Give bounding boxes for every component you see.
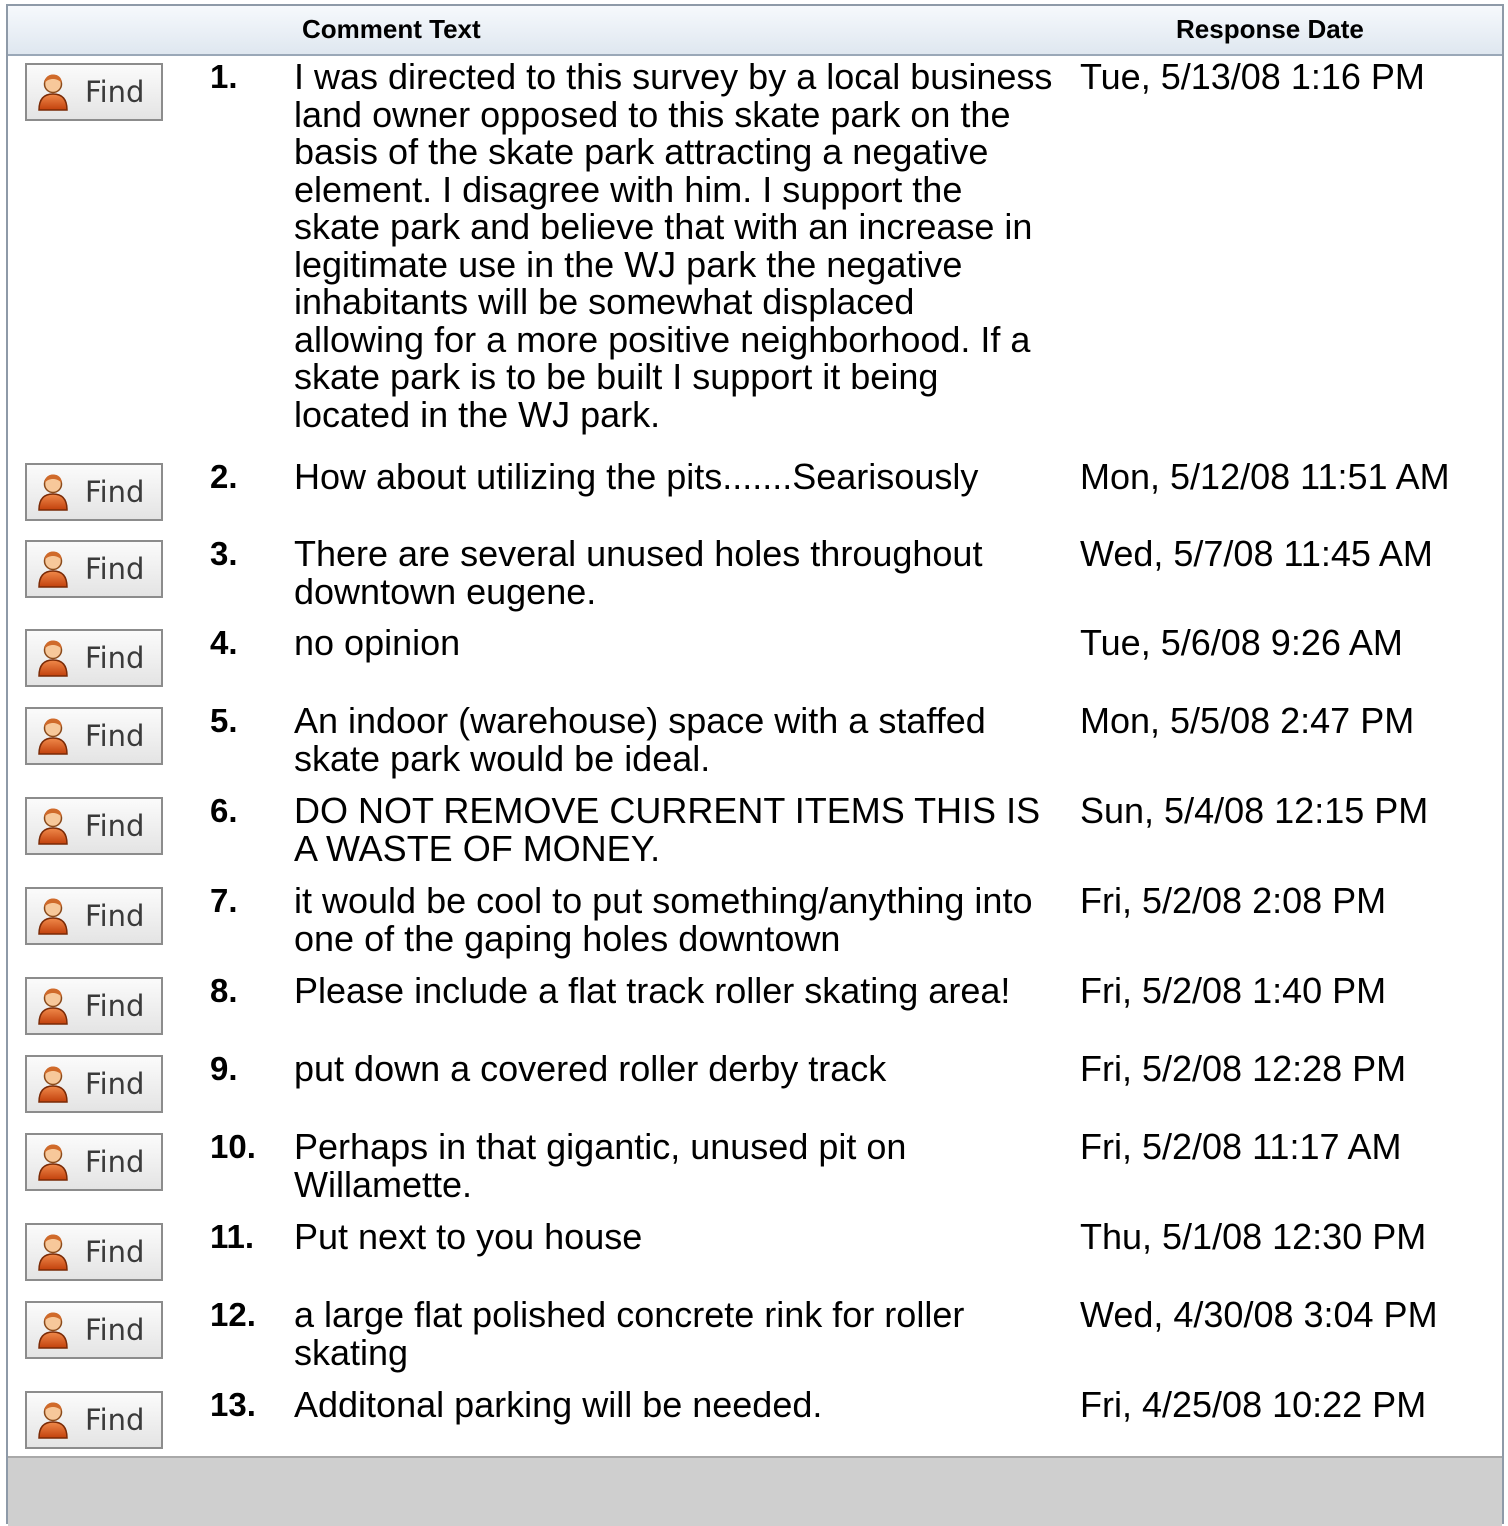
comment-text: Additonal parking will be needed.	[294, 1384, 823, 1425]
find-button-label: Find	[85, 1145, 145, 1179]
comment-text: put down a covered roller derby track	[294, 1048, 887, 1089]
user-icon	[38, 640, 68, 677]
row-number: 4.	[210, 624, 238, 661]
find-button-label: Find	[85, 1067, 145, 1101]
table-header: Comment Text Response Date	[8, 6, 1502, 56]
user-icon	[38, 1144, 68, 1181]
find-button-label: Find	[85, 75, 145, 109]
response-date: Mon, 5/5/08 2:47 PM	[1080, 700, 1415, 741]
column-header-comment-text[interactable]: Comment Text	[302, 14, 481, 45]
response-date: Tue, 5/6/08 9:26 AM	[1080, 622, 1403, 663]
response-date: Wed, 4/30/08 3:04 PM	[1080, 1294, 1438, 1335]
comment-text: Put next to you house	[294, 1216, 643, 1257]
find-button-label: Find	[85, 1403, 145, 1437]
find-button[interactable]: Find	[25, 887, 163, 945]
response-date: Mon, 5/12/08 11:51 AM	[1080, 456, 1450, 497]
comment-text: no opinion	[294, 622, 461, 663]
row-number: 5.	[210, 702, 238, 739]
comments-panel: Comment Text Response Date Find 1. I was…	[6, 4, 1504, 1526]
row-number: 1.	[210, 58, 238, 95]
row-number: 9.	[210, 1050, 238, 1087]
find-button[interactable]: Find	[25, 1301, 163, 1359]
row-number: 12.	[210, 1296, 256, 1333]
response-date: Sun, 5/4/08 12:15 PM	[1080, 790, 1429, 831]
comment-text: How about utilizing the pits.......Seari…	[294, 456, 979, 497]
user-icon	[38, 74, 68, 111]
find-button[interactable]: Find	[25, 63, 163, 121]
find-button[interactable]: Find	[25, 629, 163, 687]
response-date: Tue, 5/13/08 1:16 PM	[1080, 56, 1425, 97]
comment-text: An indoor (warehouse) space with a staff…	[294, 700, 986, 779]
row-number: 2.	[210, 458, 238, 495]
user-icon	[38, 1402, 68, 1439]
table-footer	[8, 1456, 1502, 1526]
user-icon	[38, 1312, 68, 1349]
find-button-label: Find	[85, 989, 145, 1023]
find-button[interactable]: Find	[25, 463, 163, 521]
row-number: 10.	[210, 1128, 256, 1165]
find-button-label: Find	[85, 641, 145, 675]
row-number: 7.	[210, 882, 238, 919]
user-icon	[38, 898, 68, 935]
column-header-response-date[interactable]: Response Date	[1176, 14, 1364, 45]
comment-text: There are several unused holes throughou…	[294, 533, 983, 612]
row-number: 6.	[210, 792, 238, 829]
find-button[interactable]: Find	[25, 1223, 163, 1281]
comment-text: Please include a flat track roller skati…	[294, 970, 1011, 1011]
response-date: Thu, 5/1/08 12:30 PM	[1080, 1216, 1427, 1257]
comment-text: DO NOT REMOVE CURRENT ITEMS THIS IS A WA…	[294, 790, 1041, 869]
comment-text: I was directed to this survey by a local…	[294, 56, 1053, 435]
comment-text: Perhaps in that gigantic, unused pit on …	[294, 1126, 907, 1205]
find-button-label: Find	[85, 1235, 145, 1269]
find-button-label: Find	[85, 719, 145, 753]
find-button-label: Find	[85, 809, 145, 843]
user-icon	[38, 1234, 68, 1271]
find-button-label: Find	[85, 1313, 145, 1347]
row-number: 3.	[210, 535, 238, 572]
user-icon	[38, 474, 68, 511]
comment-text: it would be cool to put something/anythi…	[294, 880, 1033, 959]
find-button[interactable]: Find	[25, 1133, 163, 1191]
comment-text: a large flat polished concrete rink for …	[294, 1294, 965, 1373]
find-button-label: Find	[85, 899, 145, 933]
response-date: Fri, 5/2/08 1:40 PM	[1080, 970, 1387, 1011]
find-button[interactable]: Find	[25, 977, 163, 1035]
response-date: Fri, 4/25/08 10:22 PM	[1080, 1384, 1427, 1425]
response-date: Wed, 5/7/08 11:45 AM	[1080, 533, 1433, 574]
find-button[interactable]: Find	[25, 707, 163, 765]
user-icon	[38, 551, 68, 588]
find-button-label: Find	[85, 552, 145, 586]
response-date: Fri, 5/2/08 11:17 AM	[1080, 1126, 1402, 1167]
user-icon	[38, 718, 68, 755]
find-button[interactable]: Find	[25, 1391, 163, 1449]
row-number: 13.	[210, 1386, 256, 1423]
user-icon	[38, 988, 68, 1025]
user-icon	[38, 1066, 68, 1103]
response-date: Fri, 5/2/08 12:28 PM	[1080, 1048, 1407, 1089]
find-button[interactable]: Find	[25, 1055, 163, 1113]
row-number: 11.	[210, 1218, 255, 1255]
row-number: 8.	[210, 972, 238, 1009]
find-button[interactable]: Find	[25, 540, 163, 598]
find-button-label: Find	[85, 475, 145, 509]
user-icon	[38, 808, 68, 845]
find-button[interactable]: Find	[25, 797, 163, 855]
response-date: Fri, 5/2/08 2:08 PM	[1080, 880, 1387, 921]
